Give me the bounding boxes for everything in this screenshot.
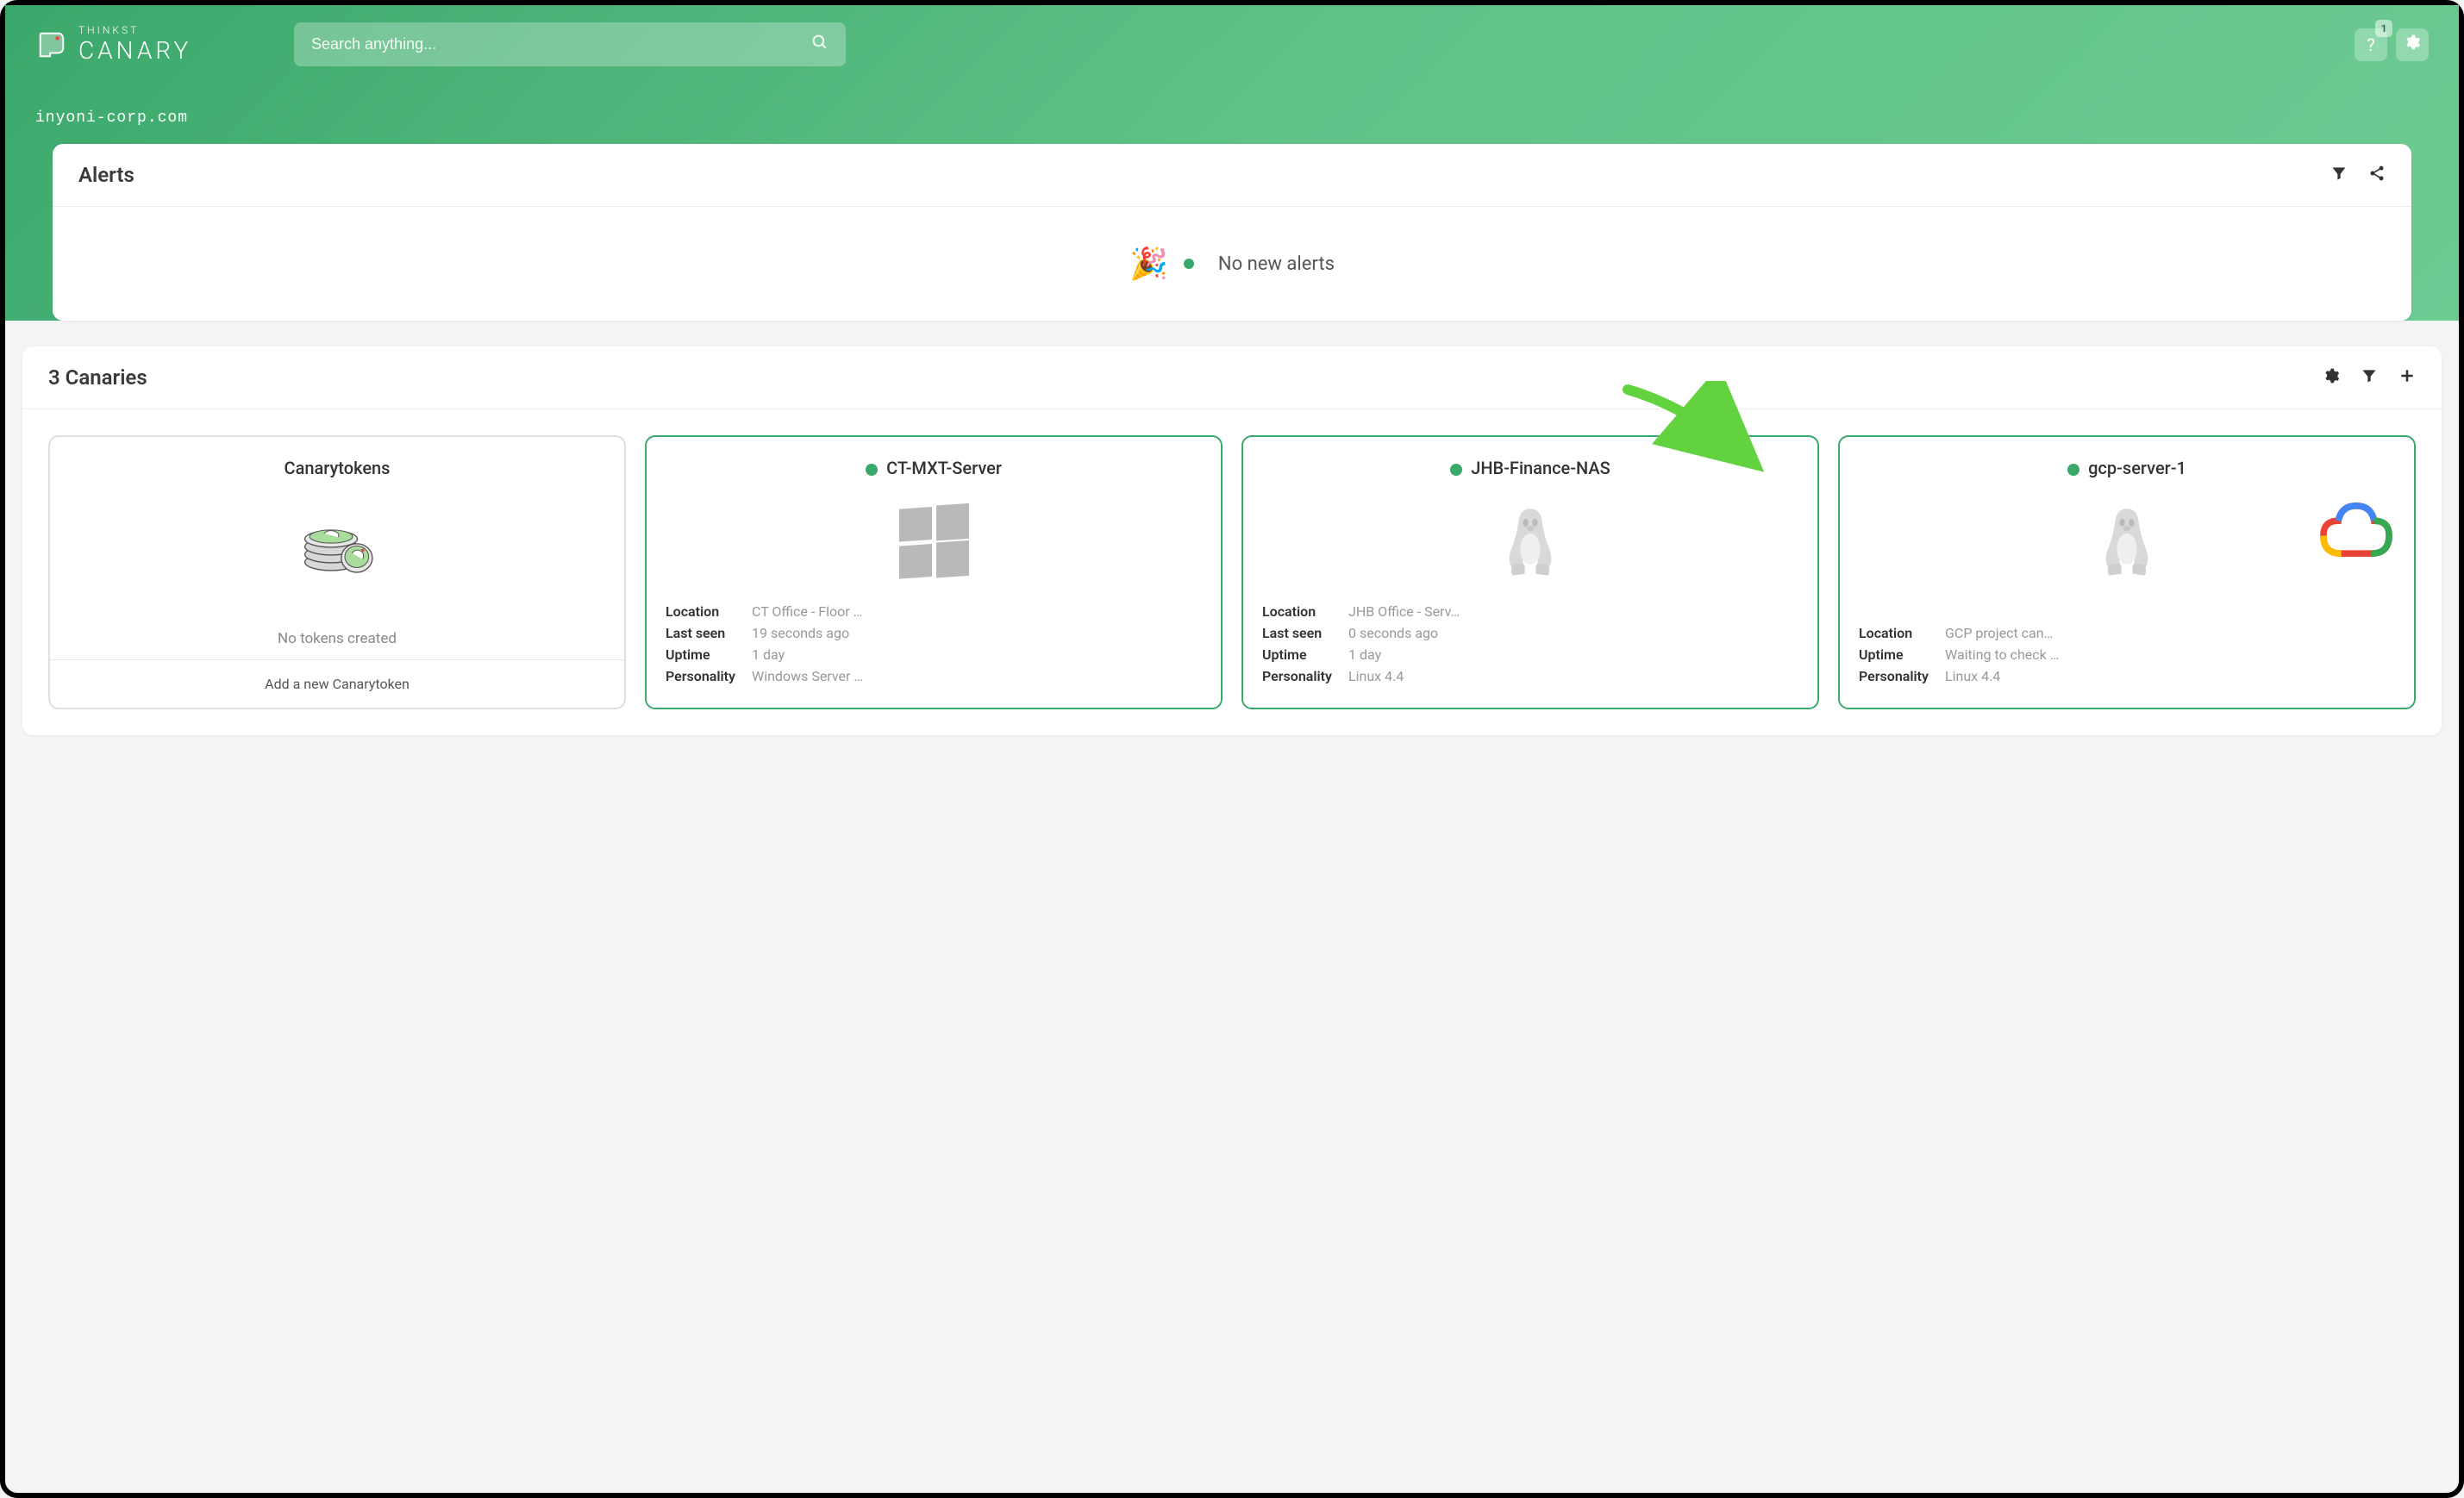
notification-badge: 1 <box>2375 20 2392 37</box>
canaries-panel: 3 Canaries Canarytokens <box>22 346 2442 735</box>
brand-subtitle: THINKST <box>78 24 191 36</box>
gear-icon <box>2404 34 2421 55</box>
brand-title: CANARY <box>78 36 191 65</box>
stat-label: Location <box>1262 603 1348 620</box>
linux-tux-icon <box>1859 494 2395 589</box>
canarytokens-card[interactable]: Canarytokens No tokens created Add a new… <box>48 435 626 709</box>
canaries-title: 3 Canaries <box>48 365 147 390</box>
stat-label: Last seen <box>1262 625 1348 641</box>
stat-value: Waiting to check … <box>1945 646 2059 663</box>
gcp-cloud-icon <box>2317 494 2395 575</box>
status-dot <box>1450 464 1462 476</box>
stat-value: 19 seconds ago <box>752 625 849 641</box>
alerts-panel: Alerts 🎉 No new alerts <box>53 144 2411 321</box>
settings-button[interactable] <box>2396 28 2429 61</box>
stat-label: Personality <box>1262 668 1348 684</box>
add-canarytoken-button[interactable]: Add a new Canarytoken <box>50 659 624 708</box>
filter-icon[interactable] <box>2361 367 2378 389</box>
stat-label: Location <box>1859 625 1945 641</box>
stat-value: Windows Server … <box>752 668 863 684</box>
canary-card[interactable]: JHB-Finance-NAS LocationJHB Office - Ser… <box>1241 435 1819 709</box>
brand-logo[interactable]: THINKST CANARY <box>35 24 277 65</box>
stat-value: Linux 4.4 <box>1945 668 2000 684</box>
stat-value: CT Office - Floor … <box>752 603 862 620</box>
card-title: Canarytokens <box>69 458 605 478</box>
canary-name: CT-MXT-Server <box>886 458 1002 478</box>
stat-value: 1 day <box>1348 646 1381 663</box>
stat-value: 1 day <box>752 646 785 663</box>
gear-icon[interactable] <box>2323 367 2340 389</box>
stat-value: JHB Office - Serv… <box>1348 603 1460 620</box>
status-dot <box>1184 259 1194 269</box>
help-button[interactable]: ? 1 <box>2355 28 2387 61</box>
stat-value: Linux 4.4 <box>1348 668 1404 684</box>
status-dot <box>866 464 878 476</box>
canary-name: JHB-Finance-NAS <box>1471 458 1610 478</box>
stat-value: GCP project can… <box>1945 625 2053 641</box>
canary-card[interactable]: CT-MXT-Server LocationCT Office - Floor … <box>645 435 1223 709</box>
stat-label: Uptime <box>1262 646 1348 663</box>
stat-label: Personality <box>666 668 752 684</box>
canary-name: gcp-server-1 <box>2088 458 2186 478</box>
question-icon: ? <box>2367 34 2374 55</box>
search-icon[interactable] <box>811 34 829 55</box>
alerts-empty-text: No new alerts <box>1218 253 1335 275</box>
tokens-empty-text: No tokens created <box>69 630 605 647</box>
status-dot <box>2067 464 2079 476</box>
search-box[interactable] <box>294 22 846 66</box>
stat-label: Uptime <box>666 646 752 663</box>
stat-value: 0 seconds ago <box>1348 625 1438 641</box>
windows-icon <box>666 494 1202 589</box>
canary-logo-icon <box>35 28 68 61</box>
stat-label: Uptime <box>1859 646 1945 663</box>
alerts-title: Alerts <box>78 163 134 187</box>
party-popper-icon: 🎉 <box>1129 246 1168 282</box>
canary-card[interactable]: gcp-server-1 LocationGCP project can… Up… <box>1838 435 2416 709</box>
filter-icon[interactable] <box>2330 165 2348 186</box>
domain-label: inyoni-corp.com <box>35 66 2429 144</box>
search-input[interactable] <box>311 35 811 53</box>
stat-label: Last seen <box>666 625 752 641</box>
stat-label: Location <box>666 603 752 620</box>
share-icon[interactable] <box>2368 165 2386 186</box>
linux-tux-icon <box>1262 494 1798 589</box>
tokens-stack-icon <box>69 494 605 589</box>
plus-icon[interactable] <box>2398 367 2416 389</box>
stat-label: Personality <box>1859 668 1945 684</box>
